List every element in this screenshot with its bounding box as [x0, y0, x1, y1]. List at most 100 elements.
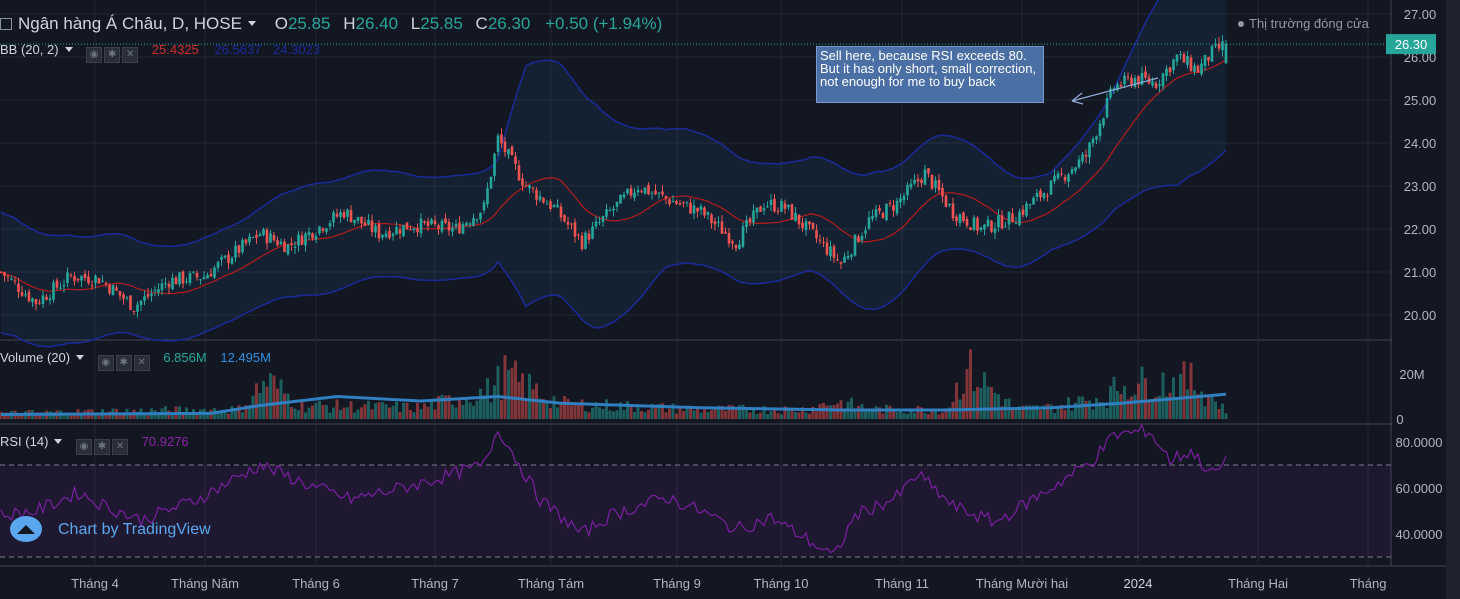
candle-body — [573, 222, 577, 237]
volume-bar — [692, 410, 696, 419]
collapse-icon[interactable] — [0, 18, 12, 30]
volume-bar — [531, 389, 535, 419]
volume-bar — [1077, 396, 1081, 419]
volume-bar — [1189, 362, 1193, 419]
eye-icon[interactable]: ◉ — [86, 47, 103, 63]
volume-bar — [552, 396, 556, 419]
candle-body — [969, 227, 972, 230]
volume-bar — [752, 409, 755, 419]
volume-bar — [699, 412, 703, 419]
candle-body — [535, 189, 538, 200]
symbol-header[interactable]: Ngân hàng Á Châu, D, HOSE O25.85 H26.40 … — [0, 14, 662, 34]
rsi-legend[interactable]: RSI (14) ◉ ✱ ✕ 70.9276 — [0, 434, 189, 455]
volume-bar — [587, 412, 591, 419]
candle-body — [1049, 180, 1053, 195]
bb-basis-value: 25.4325 — [151, 42, 199, 57]
candle-body — [262, 229, 265, 235]
candle-body — [69, 274, 73, 276]
chevron-down-icon[interactable] — [54, 439, 63, 445]
candle-body — [332, 212, 335, 223]
candle-body — [230, 258, 234, 264]
candle-body — [696, 207, 699, 212]
volume-bar — [332, 407, 335, 419]
volume-bar — [335, 399, 339, 419]
candle-body — [678, 203, 682, 205]
candle-body — [206, 275, 209, 279]
volume-bar — [314, 402, 318, 419]
volume-bar — [990, 387, 993, 419]
eye-icon[interactable]: ◉ — [76, 439, 93, 455]
rsi-value: 70.9276 — [141, 434, 189, 449]
x-tick-label: Tháng 9 — [653, 576, 701, 591]
candle-body — [276, 240, 279, 246]
volume-bar — [794, 412, 797, 419]
volume-legend[interactable]: Volume (20) ◉ ✱ ✕ 6.856M 12.495M — [0, 350, 271, 371]
close-icon[interactable]: ✕ — [112, 439, 129, 455]
close-icon[interactable]: ✕ — [122, 47, 139, 63]
candle-body — [199, 279, 202, 281]
gear-icon[interactable]: ✱ — [94, 439, 111, 455]
gear-icon[interactable]: ✱ — [104, 47, 121, 63]
volume-bar — [367, 400, 370, 419]
volume-bar — [391, 405, 395, 419]
volume-bar — [808, 413, 811, 419]
volume-bar — [451, 404, 454, 419]
candle-body — [76, 278, 80, 281]
volume-bar — [1014, 408, 1018, 419]
volume-bar — [405, 402, 409, 419]
bb-legend[interactable]: BB (20, 2) ◉ ✱ ✕ 25.4325 26.5637 24.3023 — [0, 42, 320, 63]
candle-body — [52, 282, 55, 300]
volume-bar — [402, 402, 405, 419]
candle-body — [892, 205, 895, 211]
gear-icon[interactable]: ✱ — [115, 355, 132, 371]
candle-body — [279, 241, 283, 245]
candle-body — [1165, 68, 1168, 76]
close-icon[interactable]: ✕ — [133, 355, 150, 371]
tradingview-brand[interactable]: Chart by TradingView — [10, 516, 211, 542]
volume-bar — [1179, 373, 1182, 419]
candle-body — [923, 169, 927, 185]
candle-body — [608, 209, 612, 211]
candle-body — [853, 234, 857, 256]
x-tick-label: Tháng — [1350, 576, 1387, 591]
volume-bar — [983, 372, 986, 419]
volume-label[interactable]: Volume (20) — [0, 350, 70, 365]
volume-bar — [626, 401, 629, 419]
candle-body — [762, 208, 766, 211]
volume-value: 6.856M — [163, 350, 207, 365]
scrollbar-track — [1446, 0, 1460, 599]
candle-body — [41, 295, 45, 304]
volume-bar — [927, 414, 930, 419]
volume-bar — [339, 410, 342, 419]
candle-body — [475, 219, 479, 221]
volume-bar — [1039, 410, 1042, 419]
candle-body — [1144, 71, 1147, 78]
x-tick-label: Tháng Năm — [171, 576, 239, 591]
chevron-down-icon[interactable] — [64, 47, 73, 53]
chevron-down-icon[interactable] — [76, 355, 85, 361]
candle-body — [104, 282, 108, 285]
candle-body — [689, 202, 692, 214]
bb-label[interactable]: BB (20, 2) — [0, 42, 59, 57]
chevron-down-icon[interactable] — [247, 21, 256, 27]
volume-bar — [881, 413, 885, 419]
volume-bar — [703, 407, 706, 419]
chart-canvas[interactable]: Tháng 4 Tháng Năm Tháng 6 Tháng 7 Tháng Tám T… — [0, 0, 1460, 599]
eye-icon[interactable]: ◉ — [97, 355, 114, 371]
volume-bar — [976, 386, 979, 419]
symbol-title[interactable]: Ngân hàng Á Châu, D, HOSE — [18, 14, 242, 33]
candle-body — [951, 203, 955, 219]
candle-body — [773, 198, 776, 212]
candle-body — [447, 221, 451, 231]
candle-body — [342, 212, 346, 218]
candle-body — [1000, 215, 1004, 229]
candle-body — [839, 262, 843, 264]
x-tick-label: Tháng 10 — [754, 576, 809, 591]
volume-bar — [1224, 413, 1228, 419]
annotation-callout[interactable]: Sell here, because RSI exceeds 80. But i… — [816, 46, 1044, 103]
candle-body — [493, 153, 496, 177]
rsi-label[interactable]: RSI (14) — [0, 434, 48, 449]
candle-body — [748, 218, 752, 222]
candle-body — [993, 228, 997, 233]
volume-bar — [349, 401, 353, 419]
